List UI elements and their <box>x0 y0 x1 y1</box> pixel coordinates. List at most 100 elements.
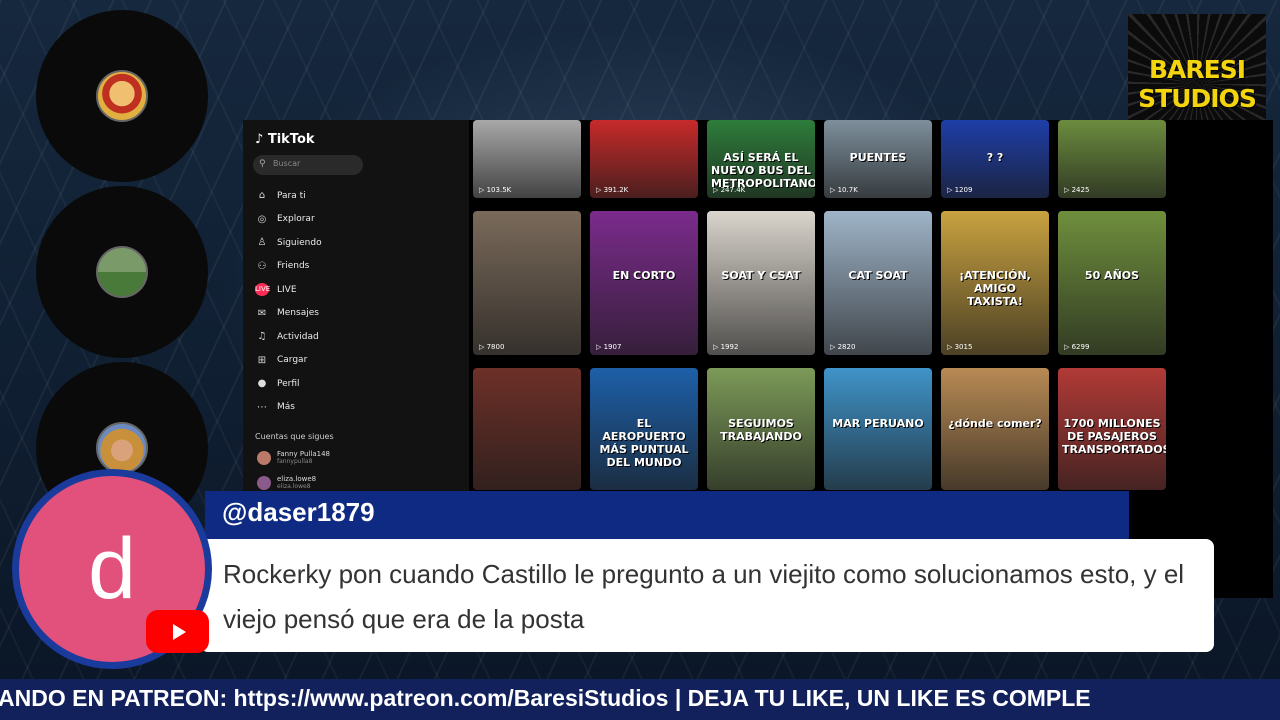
participant-avatar-2 <box>36 186 208 358</box>
video-tile[interactable]: ¿dónde comer? <box>941 368 1049 490</box>
video-caption: CAT SOAT <box>848 268 908 282</box>
search-icon: ⚲ <box>259 159 266 169</box>
nav-item-más[interactable]: ⋯ Más <box>255 396 322 420</box>
participant-avatar-1 <box>36 10 208 182</box>
nav-item-label: Siguiendo <box>277 237 322 248</box>
avatar-image <box>96 422 148 474</box>
video-tile[interactable]: EN CORTO ▷ 1907 <box>590 211 698 355</box>
chat-message: Rockerky pon cuando Castillo le pregunto… <box>223 559 1185 634</box>
search-input[interactable]: ⚲ Buscar <box>253 155 363 175</box>
video-tile[interactable]: ¡ATENCIÓN, AMIGO TAXISTA! ▷ 3015 <box>941 211 1049 355</box>
video-tile[interactable]: ▷ 7800 <box>473 211 581 355</box>
profile-icon: ● <box>257 378 267 390</box>
logo-line-1: BARESI <box>1148 55 1246 84</box>
video-tile[interactable]: MAR PERUANO <box>824 368 932 490</box>
avatar-image <box>96 70 148 122</box>
view-count: ▷ 2425 <box>1064 186 1090 194</box>
tiktok-brand: TikTok <box>267 132 315 147</box>
video-tile[interactable]: CAT SOAT ▷ 2820 <box>824 211 932 355</box>
nav-item-mensajes[interactable]: ✉ Mensajes <box>255 302 322 326</box>
video-caption: EN CORTO <box>612 268 676 282</box>
view-count: ▷ 2820 <box>830 343 856 351</box>
nav-item-label: LIVE <box>277 284 297 295</box>
video-caption: SEGUIMOS TRABAJANDO <box>720 416 802 443</box>
video-caption: PUENTES <box>849 151 907 165</box>
nav-item-para-ti[interactable]: ⌂ Para ti <box>255 184 322 208</box>
view-count: ▷ 7800 <box>479 343 505 351</box>
video-tile[interactable]: 50 AÑOS ▷ 6299 <box>1058 211 1166 355</box>
video-tile[interactable]: ▷ 391.2K <box>590 120 698 198</box>
view-count: ▷ 6299 <box>1064 343 1090 351</box>
following-handle: fannypulla8 <box>277 458 313 465</box>
tiktok-nav: ⌂ Para ti ◎ Explorar ♙ Siguiendo ⚇ Friends LIVE L… <box>255 184 322 419</box>
message-icon: ✉ <box>257 307 267 319</box>
view-count: ▷ 1209 <box>947 186 973 194</box>
bell-icon: ♫ <box>257 331 267 343</box>
video-tile[interactable]: ▷ 2425 <box>1058 120 1166 198</box>
video-tile[interactable]: SOAT Y CSAT ▷ 1992 <box>707 211 815 355</box>
following-title: Cuentas que sigues <box>255 432 334 441</box>
following-name: Fanny Pulla148 <box>277 450 330 458</box>
following-item[interactable]: eliza.lowe8 eliza.lowe8 <box>257 475 316 490</box>
view-count: ▷ 1907 <box>596 343 622 351</box>
video-tile[interactable]: ASÍ SERÁ EL NUEVO BUS DEL METROPOLITANO ▷… <box>707 120 815 198</box>
view-count: ▷ 10.7K <box>830 186 858 194</box>
video-tile[interactable] <box>473 368 581 490</box>
nav-item-perfil[interactable]: ● Perfil <box>255 372 322 396</box>
search-placeholder: Buscar <box>273 159 301 168</box>
avatar <box>257 475 271 490</box>
nav-item-label: Explorar <box>277 214 315 225</box>
chat-avatar-letter: d <box>88 520 136 617</box>
view-count: ▷ 247.4K <box>713 186 746 194</box>
ticker-text: ANDO EN PATREON: https://www.patreon.com… <box>0 685 1091 711</box>
nav-item-friends[interactable]: ⚇ Friends <box>255 255 322 279</box>
video-caption: EL AEROPUERTO MÁS PUNTUAL DEL MUNDO <box>599 416 689 469</box>
nav-item-label: Cargar <box>277 355 308 366</box>
nav-item-label: Friends <box>277 261 310 272</box>
video-caption: ¿dónde comer? <box>948 416 1042 430</box>
video-tile[interactable]: PUENTES ▷ 10.7K <box>824 120 932 198</box>
friends-icon: ⚇ <box>257 260 267 272</box>
nav-item-cargar[interactable]: ⊞ Cargar <box>255 349 322 373</box>
chat-username: @daser1879 <box>222 497 375 527</box>
nav-item-live[interactable]: LIVE LIVE <box>255 278 322 302</box>
video-tile[interactable]: 1700 MILLONES DE PASAJEROS TRANSPORTADOS <box>1058 368 1166 490</box>
video-tile[interactable]: EL AEROPUERTO MÁS PUNTUAL DEL MUNDO <box>590 368 698 490</box>
video-caption: ¡ATENCIÓN, AMIGO TAXISTA! <box>959 268 1031 308</box>
video-tile[interactable]: ▷ 103.5K <box>473 120 581 198</box>
video-caption: ASÍ SERÁ EL NUEVO BUS DEL METROPOLITANO <box>711 151 815 191</box>
video-caption: SOAT Y CSAT <box>721 268 801 282</box>
avatar-image <box>96 246 148 298</box>
home-icon: ⌂ <box>258 190 266 202</box>
video-caption: 1700 MILLONES DE PASAJEROS TRANSPORTADOS <box>1062 416 1166 456</box>
video-tile[interactable]: SEGUIMOS TRABAJANDO <box>707 368 815 490</box>
more-icon: ⋯ <box>257 401 267 413</box>
compass-icon: ◎ <box>257 213 267 225</box>
nav-item-actividad[interactable]: ♫ Actividad <box>255 325 322 349</box>
video-caption: 50 AÑOS <box>1084 268 1140 282</box>
nav-item-label: Más <box>277 402 295 413</box>
video-caption: ? ? <box>986 151 1004 165</box>
logo-line-2: STUDIOS <box>1138 84 1257 113</box>
tiktok-logo[interactable]: ♪ TikTok <box>255 132 315 147</box>
following-handle: eliza.lowe8 <box>277 483 311 490</box>
nav-item-label: Perfil <box>277 378 300 389</box>
nav-item-explorar[interactable]: ◎ Explorar <box>255 208 322 232</box>
following-name: eliza.lowe8 <box>277 475 317 483</box>
nav-item-siguiendo[interactable]: ♙ Siguiendo <box>255 231 322 255</box>
video-caption: MAR PERUANO <box>832 416 924 430</box>
video-tile[interactable]: ? ? ▷ 1209 <box>941 120 1049 198</box>
avatar <box>257 450 271 465</box>
view-count: ▷ 103.5K <box>479 186 512 194</box>
following-item[interactable]: Fanny Pulla148 fannypulla8 <box>257 450 330 465</box>
nav-item-label: Actividad <box>277 331 319 342</box>
view-count: ▷ 1992 <box>713 343 739 351</box>
nav-item-label: Para ti <box>277 190 306 201</box>
nav-item-label: Mensajes <box>277 308 319 319</box>
view-count: ▷ 3015 <box>947 343 973 351</box>
live-icon: LIVE <box>255 283 270 297</box>
upload-icon: ⊞ <box>257 354 267 366</box>
user-follow-icon: ♙ <box>257 237 267 249</box>
youtube-icon <box>146 610 209 653</box>
ticker-bar: ANDO EN PATREON: https://www.patreon.com… <box>0 679 1280 720</box>
